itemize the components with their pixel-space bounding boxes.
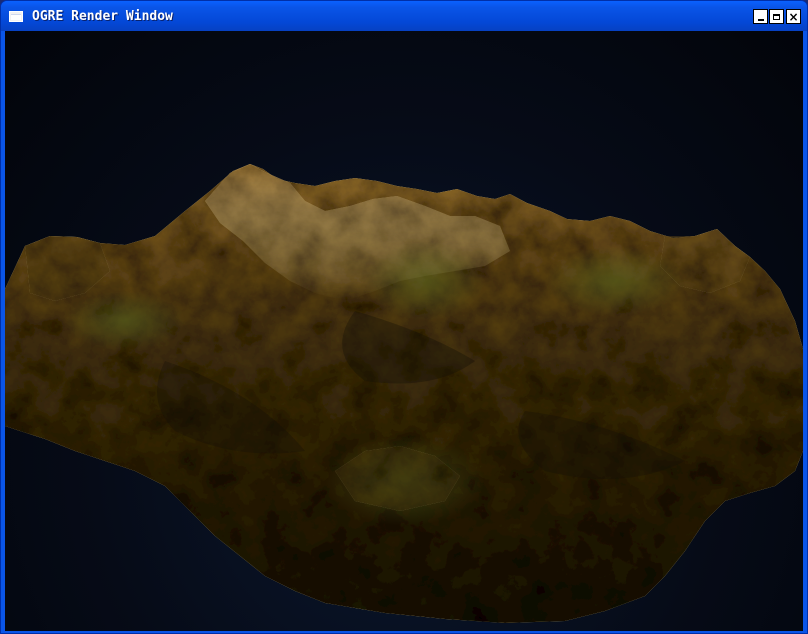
render-viewport[interactable]	[5, 31, 803, 631]
maximize-icon	[773, 13, 780, 20]
app-window-icon[interactable]	[9, 11, 23, 22]
terrain-render	[5, 164, 803, 623]
ogre-render-window: OGRE Render Window ×	[0, 0, 808, 634]
window-title: OGRE Render Window	[32, 9, 173, 24]
minimize-button[interactable]	[753, 9, 768, 24]
close-icon: ×	[788, 9, 799, 24]
close-button[interactable]: ×	[786, 9, 801, 24]
title-bar[interactable]: OGRE Render Window ×	[1, 1, 807, 31]
maximize-button[interactable]	[769, 9, 784, 24]
minimize-icon	[757, 18, 764, 21]
